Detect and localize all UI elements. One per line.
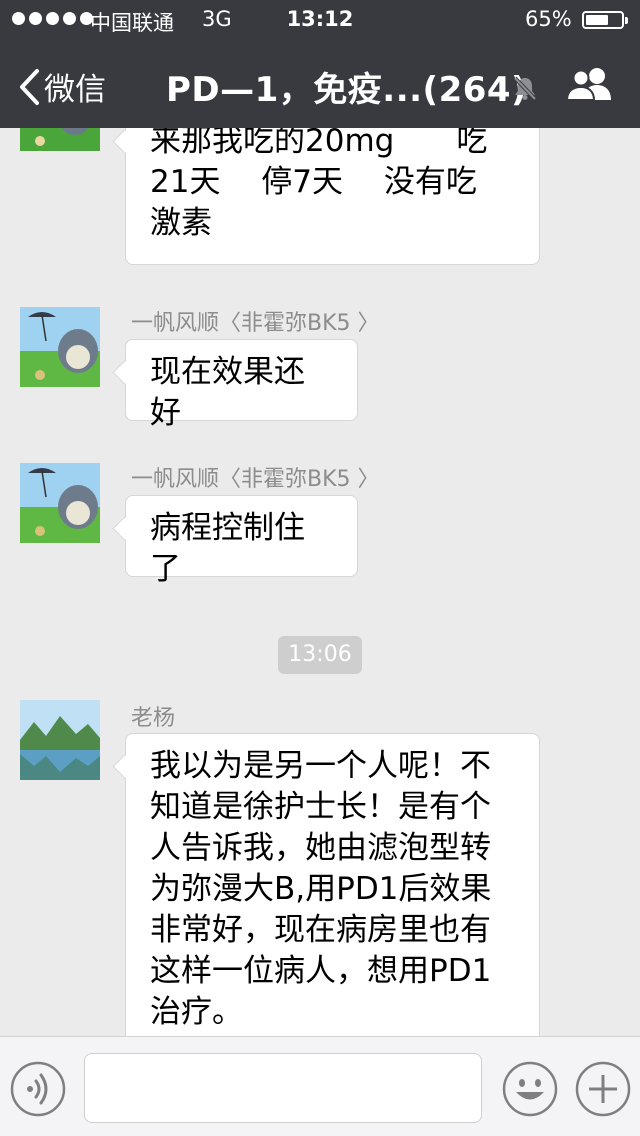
back-label: 微信 [44, 72, 106, 108]
avatar[interactable] [20, 463, 100, 543]
message-bubble[interactable]: 来那我吃的20mg 吃 21天 停7天 没有吃 激素 [125, 128, 540, 265]
chat-message-list[interactable]: 来那我吃的20mg 吃 21天 停7天 没有吃 激素 一帆风顺〈非霍弥BK5 〉… [0, 128, 640, 1036]
sender-name: 老杨 [131, 706, 176, 731]
message-bubble[interactable]: 我以为是另一个人呢！不 知道是徐护士长！是有个 人告诉我，她由滤泡型转 为弥漫大… [125, 733, 540, 1036]
avatar[interactable] [20, 307, 100, 387]
battery-percent: 65% [525, 7, 572, 31]
input-bar [0, 1036, 640, 1136]
sender-name: 一帆风顺〈非霍弥BK5 〉 [131, 311, 380, 336]
message-bubble[interactable]: 病程控制住了 [125, 495, 358, 587]
voice-icon[interactable] [10, 1061, 66, 1121]
bell-muted-icon [512, 75, 538, 105]
battery-fill [586, 15, 608, 25]
status-bar: 中国联通 3G 13:12 65% [0, 0, 640, 40]
time-divider: 13:06 [278, 636, 362, 674]
avatar[interactable] [20, 700, 100, 780]
message-bubble[interactable]: 现在效果还好 [125, 339, 358, 431]
chevron-left-icon [18, 68, 40, 106]
avatar[interactable] [20, 128, 100, 151]
navigation-bar: 微信 PD—1，免疫...(264) [0, 40, 640, 128]
back-button[interactable]: 微信 [18, 64, 106, 109]
top-bar: 中国联通 3G 13:12 65% 微信 PD—1，免疫...(264) [0, 0, 640, 128]
group-people-icon[interactable] [565, 67, 614, 105]
message-input[interactable] [84, 1053, 482, 1123]
smiley-icon[interactable] [502, 1061, 558, 1121]
chat-title: PD—1，免疫...(264) [166, 70, 528, 110]
sender-name: 一帆风顺〈非霍弥BK5 〉 [131, 467, 380, 492]
plus-icon[interactable] [575, 1061, 631, 1121]
battery-icon [582, 11, 628, 29]
